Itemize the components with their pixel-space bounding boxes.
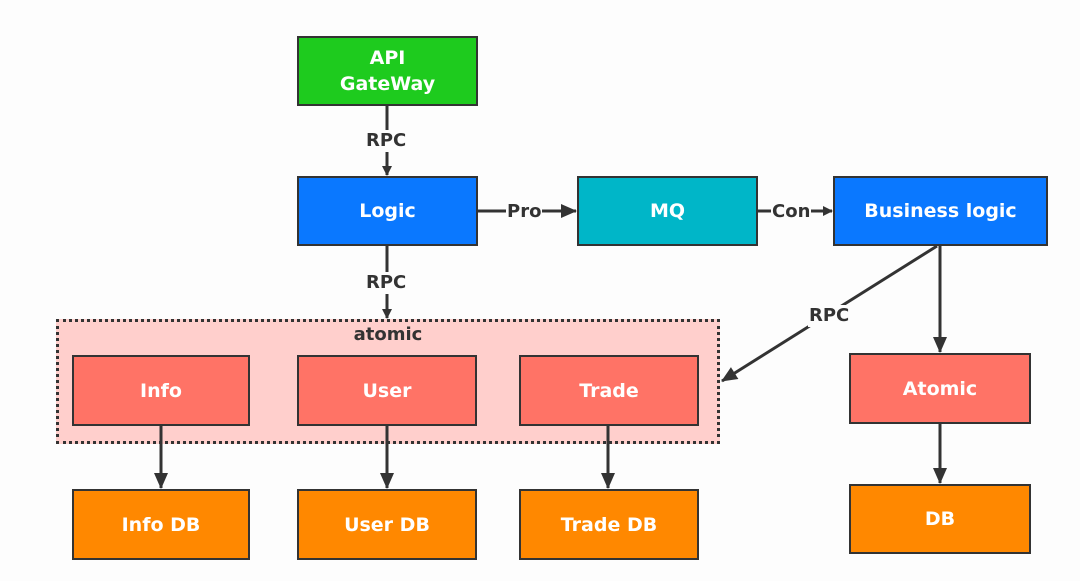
node-label: API	[369, 47, 406, 69]
db-node: DB	[849, 484, 1031, 554]
logic-node: Logic	[297, 176, 478, 246]
user-node: User	[297, 355, 477, 426]
atomic-node: Atomic	[849, 353, 1031, 424]
trade-db-node: Trade DB	[519, 489, 699, 560]
edge-label-rpc: RPC	[365, 130, 408, 152]
edge-label-pro: Pro	[506, 201, 543, 223]
trade-node: Trade	[519, 355, 699, 426]
user-db-node: User DB	[297, 489, 477, 560]
business-logic-node: Business logic	[833, 176, 1048, 246]
api-gateway-node: API GateWay	[297, 36, 478, 106]
edge-label-rpc: RPC	[808, 305, 851, 327]
info-node: Info	[72, 355, 250, 426]
edge-label-rpc: RPC	[365, 272, 408, 294]
edge-label-con: Con	[771, 201, 812, 223]
node-label: GateWay	[339, 73, 436, 95]
mq-node: MQ	[577, 176, 758, 246]
info-db-node: Info DB	[72, 489, 250, 560]
